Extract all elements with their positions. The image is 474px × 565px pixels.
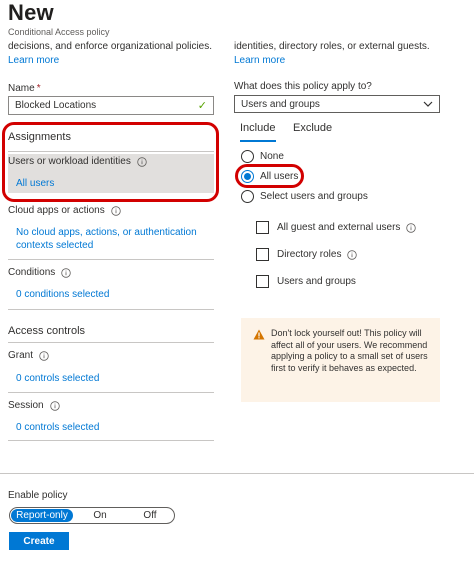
info-icon	[39, 350, 49, 361]
conditions-label: Conditions	[8, 267, 71, 278]
tab-include[interactable]: Include	[240, 122, 275, 134]
checkbox-users-and-groups[interactable]: Users and groups	[256, 275, 356, 288]
chevron-down-icon	[423, 101, 433, 107]
applies-to-dropdown[interactable]: Users and groups	[234, 95, 440, 113]
applies-to-label: What does this policy apply to?	[234, 81, 372, 92]
policy-name-input[interactable]: Blocked Locations ✓	[8, 96, 214, 115]
checkbox-all-guest-external-users[interactable]: All guest and external users	[256, 221, 417, 234]
checkbox[interactable]	[256, 275, 269, 288]
checkbox[interactable]	[256, 221, 269, 234]
applies-to-value: Users and groups	[241, 98, 320, 110]
warning-text: Don't lock yourself out! This policy wil…	[271, 328, 428, 373]
info-icon	[347, 249, 358, 260]
conditional-access-new-policy-page: New Conditional Access policy decisions,…	[0, 0, 474, 565]
checkbox-directory-roles[interactable]: Directory roles	[256, 248, 358, 261]
radio-button[interactable]	[241, 150, 254, 163]
lockout-warning-banner: Don't lock yourself out! This policy wil…	[241, 318, 440, 402]
name-label: Name *	[8, 83, 41, 94]
toggle-option-report-only[interactable]: Report-only	[11, 509, 73, 522]
warning-icon	[253, 329, 265, 340]
radio-select-users-groups[interactable]: Select users and groups	[241, 190, 368, 203]
active-tab-indicator	[240, 140, 276, 142]
enable-policy-toggle[interactable]: Report-only On Off	[9, 507, 175, 524]
info-icon	[406, 222, 417, 233]
session-value-link[interactable]: 0 controls selected	[16, 421, 99, 434]
assignments-highlight-annotation	[2, 122, 219, 202]
checkbox[interactable]	[256, 248, 269, 261]
cloud-apps-label: Cloud apps or actions	[8, 205, 121, 216]
access-controls-title: Access controls	[8, 325, 86, 337]
valid-check-icon: ✓	[197, 100, 207, 112]
enable-policy-label: Enable policy	[8, 490, 68, 501]
all-users-highlight-annotation	[235, 164, 304, 188]
page-subtitle: Conditional Access policy	[8, 27, 110, 37]
tab-exclude[interactable]: Exclude	[293, 122, 332, 134]
grant-value-link[interactable]: 0 controls selected	[16, 372, 99, 385]
page-title: New	[8, 0, 54, 25]
session-label: Session	[8, 400, 60, 411]
radio-label: Select users and groups	[260, 191, 368, 202]
radio-label: None	[260, 151, 284, 162]
checkbox-label: Users and groups	[277, 276, 356, 287]
right-description: identities, directory roles, or external…	[234, 41, 430, 52]
policy-name-value: Blocked Locations	[15, 100, 97, 111]
checkbox-label: Directory roles	[277, 249, 342, 260]
info-icon	[61, 267, 71, 278]
left-description: decisions, and enforce organizational po…	[8, 41, 213, 52]
divider	[8, 342, 214, 343]
info-icon	[49, 400, 60, 411]
footer-divider	[0, 473, 474, 474]
toggle-option-off[interactable]: Off	[130, 509, 170, 522]
radio-none[interactable]: None	[241, 150, 284, 163]
learn-more-link-left[interactable]: Learn more	[8, 55, 59, 66]
info-icon	[111, 205, 121, 216]
grant-label: Grant	[8, 350, 49, 361]
divider	[8, 440, 214, 441]
checkbox-label: All guest and external users	[277, 222, 401, 233]
cloud-apps-value-link[interactable]: No cloud apps, actions, or authenticatio…	[16, 226, 206, 252]
create-button[interactable]: Create	[9, 532, 69, 550]
required-mark: *	[36, 83, 41, 94]
learn-more-link-right[interactable]: Learn more	[234, 55, 285, 66]
radio-button[interactable]	[241, 190, 254, 203]
divider	[8, 259, 214, 260]
divider	[8, 392, 214, 393]
divider	[8, 309, 214, 310]
toggle-option-on[interactable]: On	[80, 509, 120, 522]
conditions-value-link[interactable]: 0 conditions selected	[16, 288, 109, 301]
